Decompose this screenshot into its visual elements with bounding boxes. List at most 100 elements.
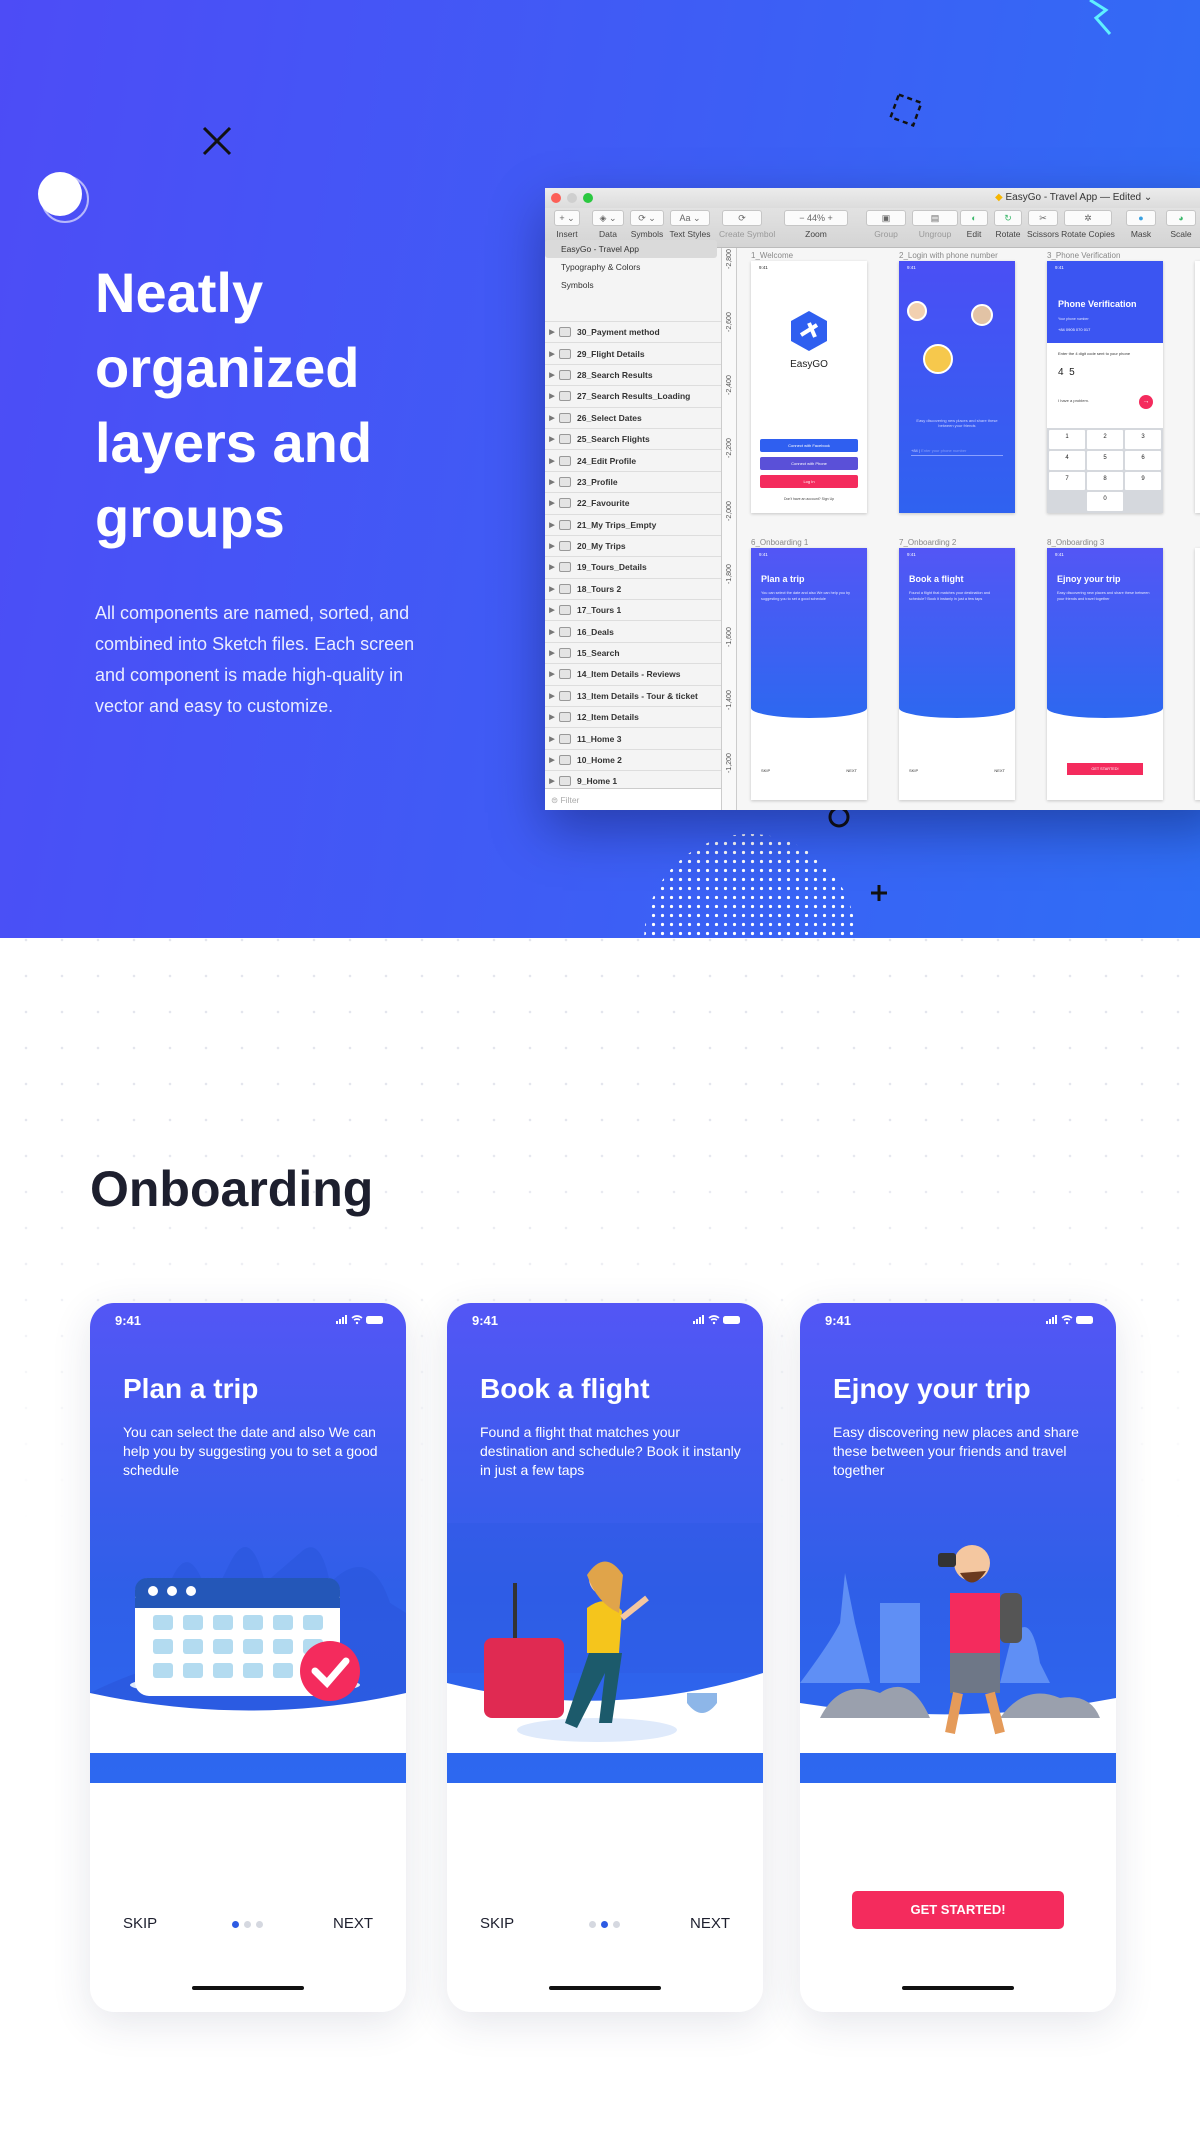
disclosure-triangle-icon[interactable]: ▶	[545, 371, 559, 379]
symbol-tool[interactable]: ⟳ ⌄ Symbols	[627, 210, 667, 239]
layer-row[interactable]: ▶ 18_Tours 2	[545, 577, 721, 599]
edit-tool[interactable]: ◐ Edit	[957, 210, 991, 239]
artboard-login[interactable]: 9:41 Easy discovering new places and sha…	[899, 261, 1015, 513]
disclosure-triangle-icon[interactable]: ▶	[545, 735, 559, 743]
minimize-window-button[interactable]	[567, 193, 577, 203]
mask-tool[interactable]: ● Mask	[1123, 210, 1159, 239]
artboard-title[interactable]: 2_Login with phone number	[899, 251, 998, 260]
layer-row[interactable]: ▶ 23_Profile	[545, 470, 721, 492]
next-button[interactable]: NEXT	[333, 1915, 373, 1932]
disclosure-triangle-icon[interactable]: ▶	[545, 563, 559, 571]
next-button[interactable]: NEXT	[690, 1915, 730, 1932]
disclosure-triangle-icon[interactable]: ▶	[545, 328, 559, 336]
page-item[interactable]: EasyGo - Travel App	[545, 240, 717, 258]
artboard-title[interactable]: 8_Onboarding 3	[1047, 538, 1104, 547]
layer-row[interactable]: ▶ 13_Item Details - Tour & ticket	[545, 684, 721, 706]
keypad-key[interactable]: 9	[1125, 471, 1161, 491]
artboard-verify[interactable]: 9:41 Phone Verification Your phone numbe…	[1047, 261, 1163, 513]
disclosure-triangle-icon[interactable]: ▶	[545, 628, 559, 636]
facebook-button[interactable]: Connect with Facebook	[760, 439, 858, 452]
disclosure-triangle-icon[interactable]: ▶	[545, 521, 559, 529]
problem-link[interactable]: I have a problem.	[1058, 398, 1089, 403]
scale-tool[interactable]: ◕ Scale	[1163, 210, 1199, 239]
artboard-onboarding-2[interactable]: 9:41 Book a flight Found a flight that m…	[899, 548, 1015, 800]
maximize-window-button[interactable]	[583, 193, 593, 203]
artboard-onboarding-3[interactable]: 9:41 Ejnoy your trip Easy discovering ne…	[1047, 548, 1163, 800]
page-dot[interactable]	[256, 1921, 263, 1928]
disclosure-triangle-icon[interactable]: ▶	[545, 478, 559, 486]
login-button[interactable]: Log In	[760, 475, 858, 488]
layer-row[interactable]: ▶ 11_Home 3	[545, 727, 721, 748]
layer-row[interactable]: ▶ 24_Edit Profile	[545, 449, 721, 470]
artboard-title[interactable]: 1_Welcome	[751, 251, 793, 260]
page-item[interactable]: Typography & Colors	[545, 258, 721, 276]
layer-row[interactable]: ▶ 28_Search Results	[545, 363, 721, 385]
ungroup-tool[interactable]: ▤ Ungroup	[909, 210, 961, 239]
create-symbol-tool[interactable]: ⟳ Create Symbol	[719, 210, 775, 239]
page-dot[interactable]	[244, 1921, 251, 1928]
layer-row[interactable]: ▶ 20_My Trips	[545, 534, 721, 556]
code-input[interactable]: 4 5	[1058, 367, 1075, 378]
filter-input[interactable]: ⊜ Filter	[545, 788, 721, 810]
layer-row[interactable]: ▶ 14_Item Details - Reviews	[545, 663, 721, 684]
skip-button[interactable]: SKIP	[123, 1915, 157, 1932]
artboard-title[interactable]: 7_Onboarding 2	[899, 538, 956, 547]
disclosure-triangle-icon[interactable]: ▶	[545, 414, 559, 422]
page-dot[interactable]	[613, 1921, 620, 1928]
layer-row[interactable]: ▶ 21_My Trips_Empty	[545, 513, 721, 535]
layer-row[interactable]: ▶ 15_Search	[545, 641, 721, 663]
layer-row[interactable]: ▶ 22_Favourite	[545, 492, 721, 513]
plus-tool[interactable]: + ⌄ Insert	[551, 210, 583, 239]
signup-link[interactable]: Don't have an account? Sign Up	[751, 497, 867, 501]
keypad-key[interactable]: 4	[1049, 450, 1085, 470]
text-style-tool[interactable]: Aa ⌄ Text Styles	[667, 210, 713, 239]
page-dot[interactable]	[232, 1921, 239, 1928]
disclosure-triangle-icon[interactable]: ▶	[545, 692, 559, 700]
layer-row[interactable]: ▶ 29_Flight Details	[545, 342, 721, 363]
get-started-button[interactable]: GET STARTED!	[852, 1891, 1064, 1929]
disclosure-triangle-icon[interactable]: ▶	[545, 542, 559, 550]
skip-button[interactable]: SKIP	[480, 1915, 514, 1932]
page-dot[interactable]	[601, 1921, 608, 1928]
keypad-key[interactable]: 3	[1125, 430, 1161, 449]
page-dot[interactable]	[589, 1921, 596, 1928]
artboard-title[interactable]: 6_Onboarding 1	[751, 538, 808, 547]
artboard-title[interactable]: 3_Phone Verification	[1047, 251, 1120, 260]
keypad-key[interactable]: 1	[1049, 430, 1085, 449]
phone-input[interactable]: +84 | Enter your phone number	[911, 448, 1003, 456]
keypad-key[interactable]: 2	[1087, 430, 1123, 449]
disclosure-triangle-icon[interactable]: ▶	[545, 457, 559, 465]
disclosure-triangle-icon[interactable]: ▶	[545, 713, 559, 721]
scissors-tool[interactable]: ✂ Scissors	[1025, 210, 1061, 239]
layer-row[interactable]: ▶ 17_Tours 1	[545, 599, 721, 620]
layer-row[interactable]: ▶ 27_Search Results_Loading	[545, 385, 721, 406]
rotate-copies-tool[interactable]: ✲ Rotate Copies	[1061, 210, 1115, 239]
disclosure-triangle-icon[interactable]: ▶	[545, 606, 559, 614]
disclosure-triangle-icon[interactable]: ▶	[545, 350, 559, 358]
layer-row[interactable]: ▶ 30_Payment method	[545, 321, 721, 342]
disclosure-triangle-icon[interactable]: ▶	[545, 392, 559, 400]
disclosure-triangle-icon[interactable]: ▶	[545, 756, 559, 764]
keypad-key[interactable]: 5	[1087, 450, 1123, 470]
layer-row[interactable]: ▶ 12_Item Details	[545, 706, 721, 727]
rotate-tool[interactable]: ↻ Rotate	[991, 210, 1025, 239]
layer-row[interactable]: ▶ 16_Deals	[545, 620, 721, 641]
disclosure-triangle-icon[interactable]: ▶	[545, 777, 559, 785]
keypad-key[interactable]: 6	[1125, 450, 1161, 470]
data-tool[interactable]: ◈ ⌄ Data	[589, 210, 627, 239]
layer-row[interactable]: ▶ 19_Tours_Details	[545, 556, 721, 577]
artboard-welcome[interactable]: 9:41 EasyGO Connect with Facebook Connec…	[751, 261, 867, 513]
keypad-key[interactable]: 0	[1087, 492, 1123, 511]
close-window-button[interactable]	[551, 193, 561, 203]
disclosure-triangle-icon[interactable]: ▶	[545, 435, 559, 443]
submit-arrow-button[interactable]: →	[1139, 395, 1153, 409]
zoom-tool[interactable]: − 44% + Zoom	[781, 210, 851, 239]
keypad-key[interactable]: 8	[1087, 471, 1123, 491]
disclosure-triangle-icon[interactable]: ▶	[545, 499, 559, 507]
keypad-key[interactable]: 7	[1049, 471, 1085, 491]
disclosure-triangle-icon[interactable]: ▶	[545, 585, 559, 593]
layer-row[interactable]: ▶ 26_Select Dates	[545, 406, 721, 428]
layer-row[interactable]: ▶ 10_Home 2	[545, 748, 721, 770]
artboard-onboarding-1[interactable]: 9:41 Plan a trip You can select the date…	[751, 548, 867, 800]
phone-button[interactable]: Connect with Phone	[760, 457, 858, 470]
